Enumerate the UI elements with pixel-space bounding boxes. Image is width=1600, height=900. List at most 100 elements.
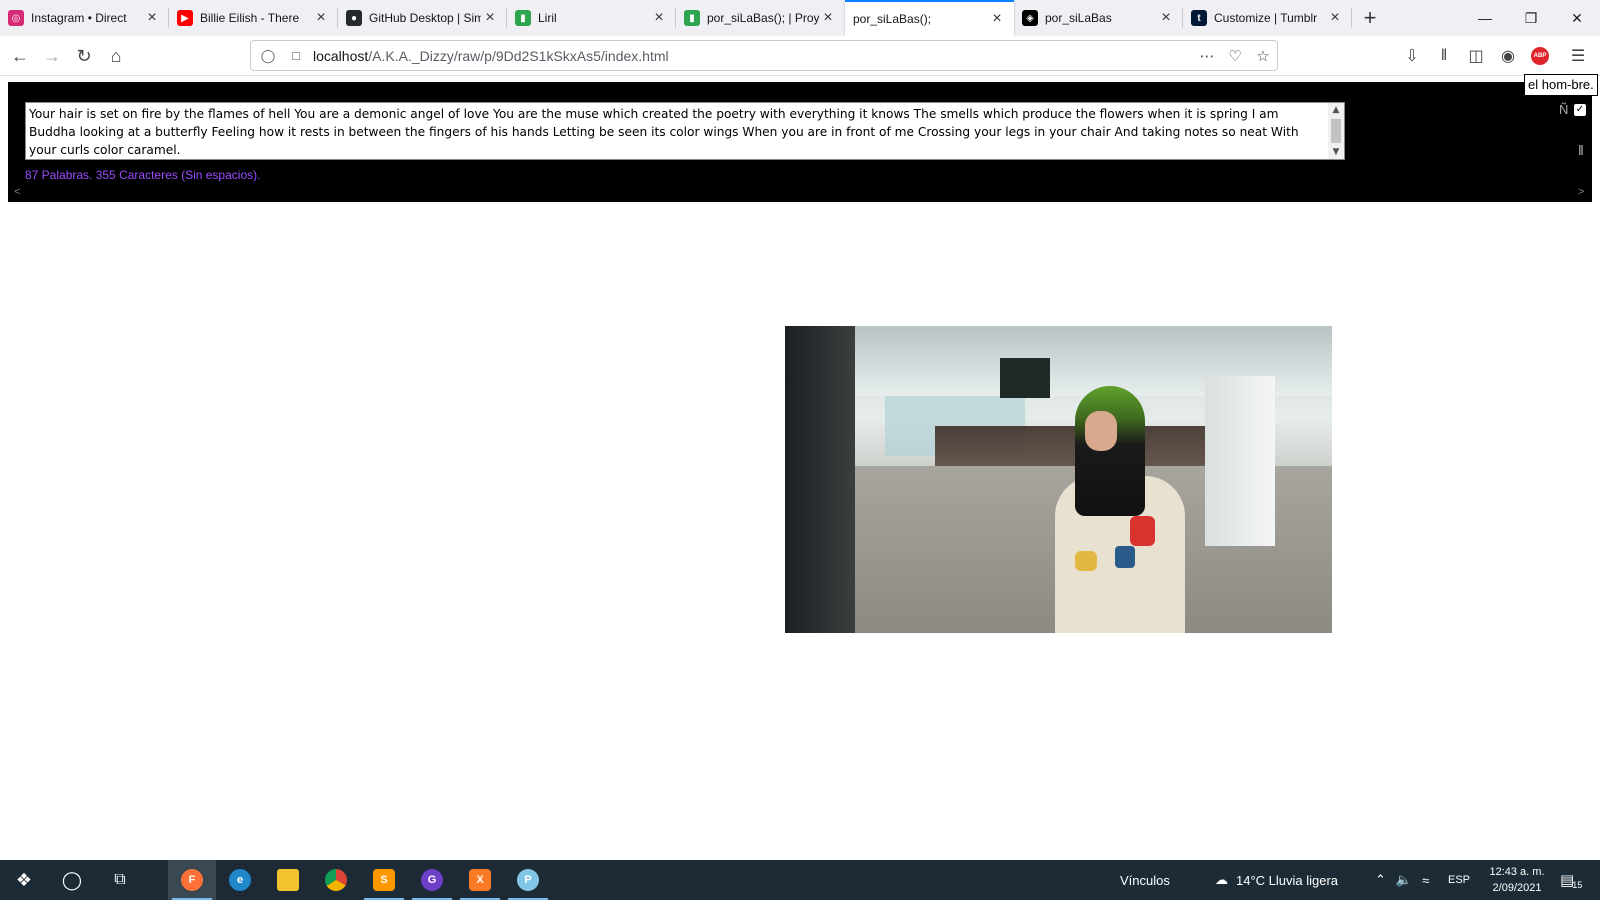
- browser-tab[interactable]: por_siLaBas(); ×: [845, 0, 1014, 36]
- language-indicator[interactable]: ESP: [1448, 860, 1470, 900]
- vinculos-label: Vínculos: [1120, 872, 1170, 888]
- reload-icon: ↻: [76, 45, 92, 66]
- close-tab-icon[interactable]: ×: [312, 9, 330, 27]
- paint-taskbar-button[interactable]: P: [504, 860, 552, 900]
- reload-button[interactable]: ↻: [70, 42, 98, 70]
- scroll-left-icon[interactable]: <: [14, 186, 20, 198]
- home-icon: ⌂: [110, 45, 122, 66]
- windows-taskbar: ❖ ◯ ⧉ F e S G X P Vínculos ☁ 14°C Lluvia …: [0, 860, 1600, 900]
- close-tab-icon[interactable]: ×: [650, 9, 668, 27]
- video-frame-print-red: [1130, 516, 1155, 546]
- close-tab-icon[interactable]: ×: [481, 9, 499, 27]
- arrow-left-icon: ←: [11, 45, 29, 66]
- library-icon[interactable]: ‖: [1432, 44, 1456, 68]
- explorer-taskbar-button[interactable]: [264, 860, 312, 900]
- weather-label: 14°C Lluvia ligera: [1236, 872, 1339, 888]
- video-player[interactable]: [785, 326, 1332, 633]
- video-frame-pillar: [1205, 376, 1275, 546]
- clock[interactable]: 12:43 a. m. 2/09/2021: [1484, 860, 1550, 900]
- firefox-taskbar-button[interactable]: F: [168, 860, 216, 900]
- close-tab-icon[interactable]: ×: [1326, 9, 1344, 27]
- bars-icon: ▮: [684, 10, 700, 26]
- download-icon[interactable]: ⇩: [1400, 44, 1424, 68]
- edge-icon: e: [229, 869, 251, 891]
- xampp-taskbar-button[interactable]: X: [456, 860, 504, 900]
- browser-tab[interactable]: ◎ Instagram • Direct ×: [0, 0, 169, 36]
- new-tab-button[interactable]: +: [1352, 0, 1388, 36]
- scroll-thumb[interactable]: [1331, 119, 1341, 143]
- github-icon: ●: [346, 10, 362, 26]
- close-tab-icon[interactable]: ×: [819, 9, 837, 27]
- pocket-icon[interactable]: ♡: [1221, 47, 1249, 65]
- windows-icon: ❖: [15, 869, 33, 890]
- home-button[interactable]: ⌂: [102, 42, 130, 70]
- instagram-icon: ◎: [8, 10, 24, 26]
- url-text[interactable]: localhost/A.K.A._Dizzy/raw/p/9Dd2S1kSkxA…: [313, 48, 1193, 64]
- browser-tab[interactable]: ▶ Billie Eilish - There ×: [169, 0, 338, 36]
- notifications-button[interactable]: ▤ 15: [1560, 860, 1582, 900]
- close-tab-icon[interactable]: ×: [143, 9, 161, 27]
- url-path: /A.K.A._Dizzy/raw/p/9Dd2S1kSkxAs5/index.…: [368, 47, 669, 64]
- browser-tab[interactable]: ▮ Liril ×: [507, 0, 676, 36]
- browser-tab[interactable]: ● GitHub Desktop | Sim ×: [338, 0, 507, 36]
- tab-title: por_siLaBas();: [853, 12, 932, 26]
- github-taskbar-button[interactable]: G: [408, 860, 456, 900]
- language-label: ESP: [1448, 874, 1471, 886]
- edge-taskbar-button[interactable]: e: [216, 860, 264, 900]
- tray-icons[interactable]: ⌃ 🔈 ≈: [1375, 860, 1429, 900]
- shield-icon[interactable]: ◯: [257, 48, 279, 64]
- tumblr-icon: t: [1191, 10, 1207, 26]
- checkbox[interactable]: ✓: [1574, 104, 1586, 116]
- close-window-button[interactable]: ✕: [1554, 0, 1600, 36]
- video-frame-person-hair: [1075, 386, 1145, 516]
- chrome-icon: [325, 869, 347, 891]
- poem-textarea[interactable]: Your hair is set on fire by the flames o…: [25, 102, 1345, 160]
- page-actions-icon[interactable]: ⋯: [1193, 47, 1221, 65]
- close-tab-icon[interactable]: ×: [988, 10, 1006, 28]
- weather-widget[interactable]: ☁ 14°C Lluvia ligera: [1215, 860, 1338, 900]
- browser-tab[interactable]: ▮ por_siLaBas(); | Proye ×: [676, 0, 845, 36]
- word-count-label: 87 Palabras. 355 Caracteres (Sin espacio…: [25, 168, 261, 182]
- cloud-icon: ☁: [1215, 872, 1228, 887]
- codepen-icon: ◈: [1022, 10, 1038, 26]
- tab-list: ◎ Instagram • Direct × ▶ Billie Eilish - The…: [0, 0, 1352, 36]
- account-icon[interactable]: ◉: [1496, 44, 1520, 68]
- chrome-taskbar-button[interactable]: [312, 860, 360, 900]
- video-frame-print-blue: [1115, 546, 1135, 568]
- start-button[interactable]: ❖: [0, 860, 48, 900]
- youtube-icon: ▶: [177, 10, 193, 26]
- tab-title: GitHub Desktop | Sim: [369, 11, 481, 25]
- sublime-taskbar-button[interactable]: S: [360, 860, 408, 900]
- menu-icon[interactable]: ☰: [1566, 44, 1590, 68]
- url-bar[interactable]: ◯ □ localhost/A.K.A._Dizzy/raw/p/9Dd2S1k…: [250, 40, 1278, 71]
- task-view-button[interactable]: ⧉: [96, 860, 144, 900]
- folder-icon: [277, 869, 299, 891]
- browser-tab[interactable]: t Customize | Tumblr ×: [1183, 0, 1352, 36]
- pause-icon[interactable]: ‖: [1578, 142, 1584, 158]
- forward-button[interactable]: →: [38, 42, 66, 70]
- bookmark-star-icon[interactable]: ☆: [1249, 47, 1277, 65]
- video-frame-print-yellow: [1075, 551, 1097, 571]
- tab-separator: [1351, 8, 1352, 28]
- notification-count: 15: [1572, 880, 1583, 890]
- minimize-button[interactable]: —: [1462, 0, 1508, 36]
- scroll-right-icon[interactable]: >: [1578, 186, 1584, 198]
- arrow-right-icon: →: [43, 45, 61, 66]
- back-button[interactable]: ←: [6, 42, 34, 70]
- sidebar-icon[interactable]: ◫: [1464, 44, 1488, 68]
- hyphenation-tooltip: el hom-bre.: [1524, 74, 1598, 96]
- tab-title: por_siLaBas(); | Proye: [707, 11, 819, 25]
- scroll-down-icon[interactable]: ▼: [1328, 145, 1344, 159]
- adblock-icon[interactable]: ABP: [1528, 44, 1552, 68]
- vinculos-toolbar[interactable]: Vínculos: [1120, 860, 1170, 900]
- browser-tab[interactable]: ◈ por_siLaBas ×: [1014, 0, 1183, 36]
- github-icon: G: [421, 869, 443, 891]
- close-tab-icon[interactable]: ×: [1157, 9, 1175, 27]
- poem-text: Your hair is set on fire by the flames o…: [29, 107, 1299, 157]
- textarea-scrollbar[interactable]: ▲ ▼: [1328, 103, 1344, 159]
- restore-button[interactable]: ❐: [1508, 0, 1554, 36]
- scroll-up-icon[interactable]: ▲: [1328, 103, 1344, 117]
- search-button[interactable]: ◯: [48, 860, 96, 900]
- tab-strip: ◎ Instagram • Direct × ▶ Billie Eilish - The…: [0, 0, 1600, 36]
- editor-panel: Your hair is set on fire by the flames o…: [8, 82, 1592, 202]
